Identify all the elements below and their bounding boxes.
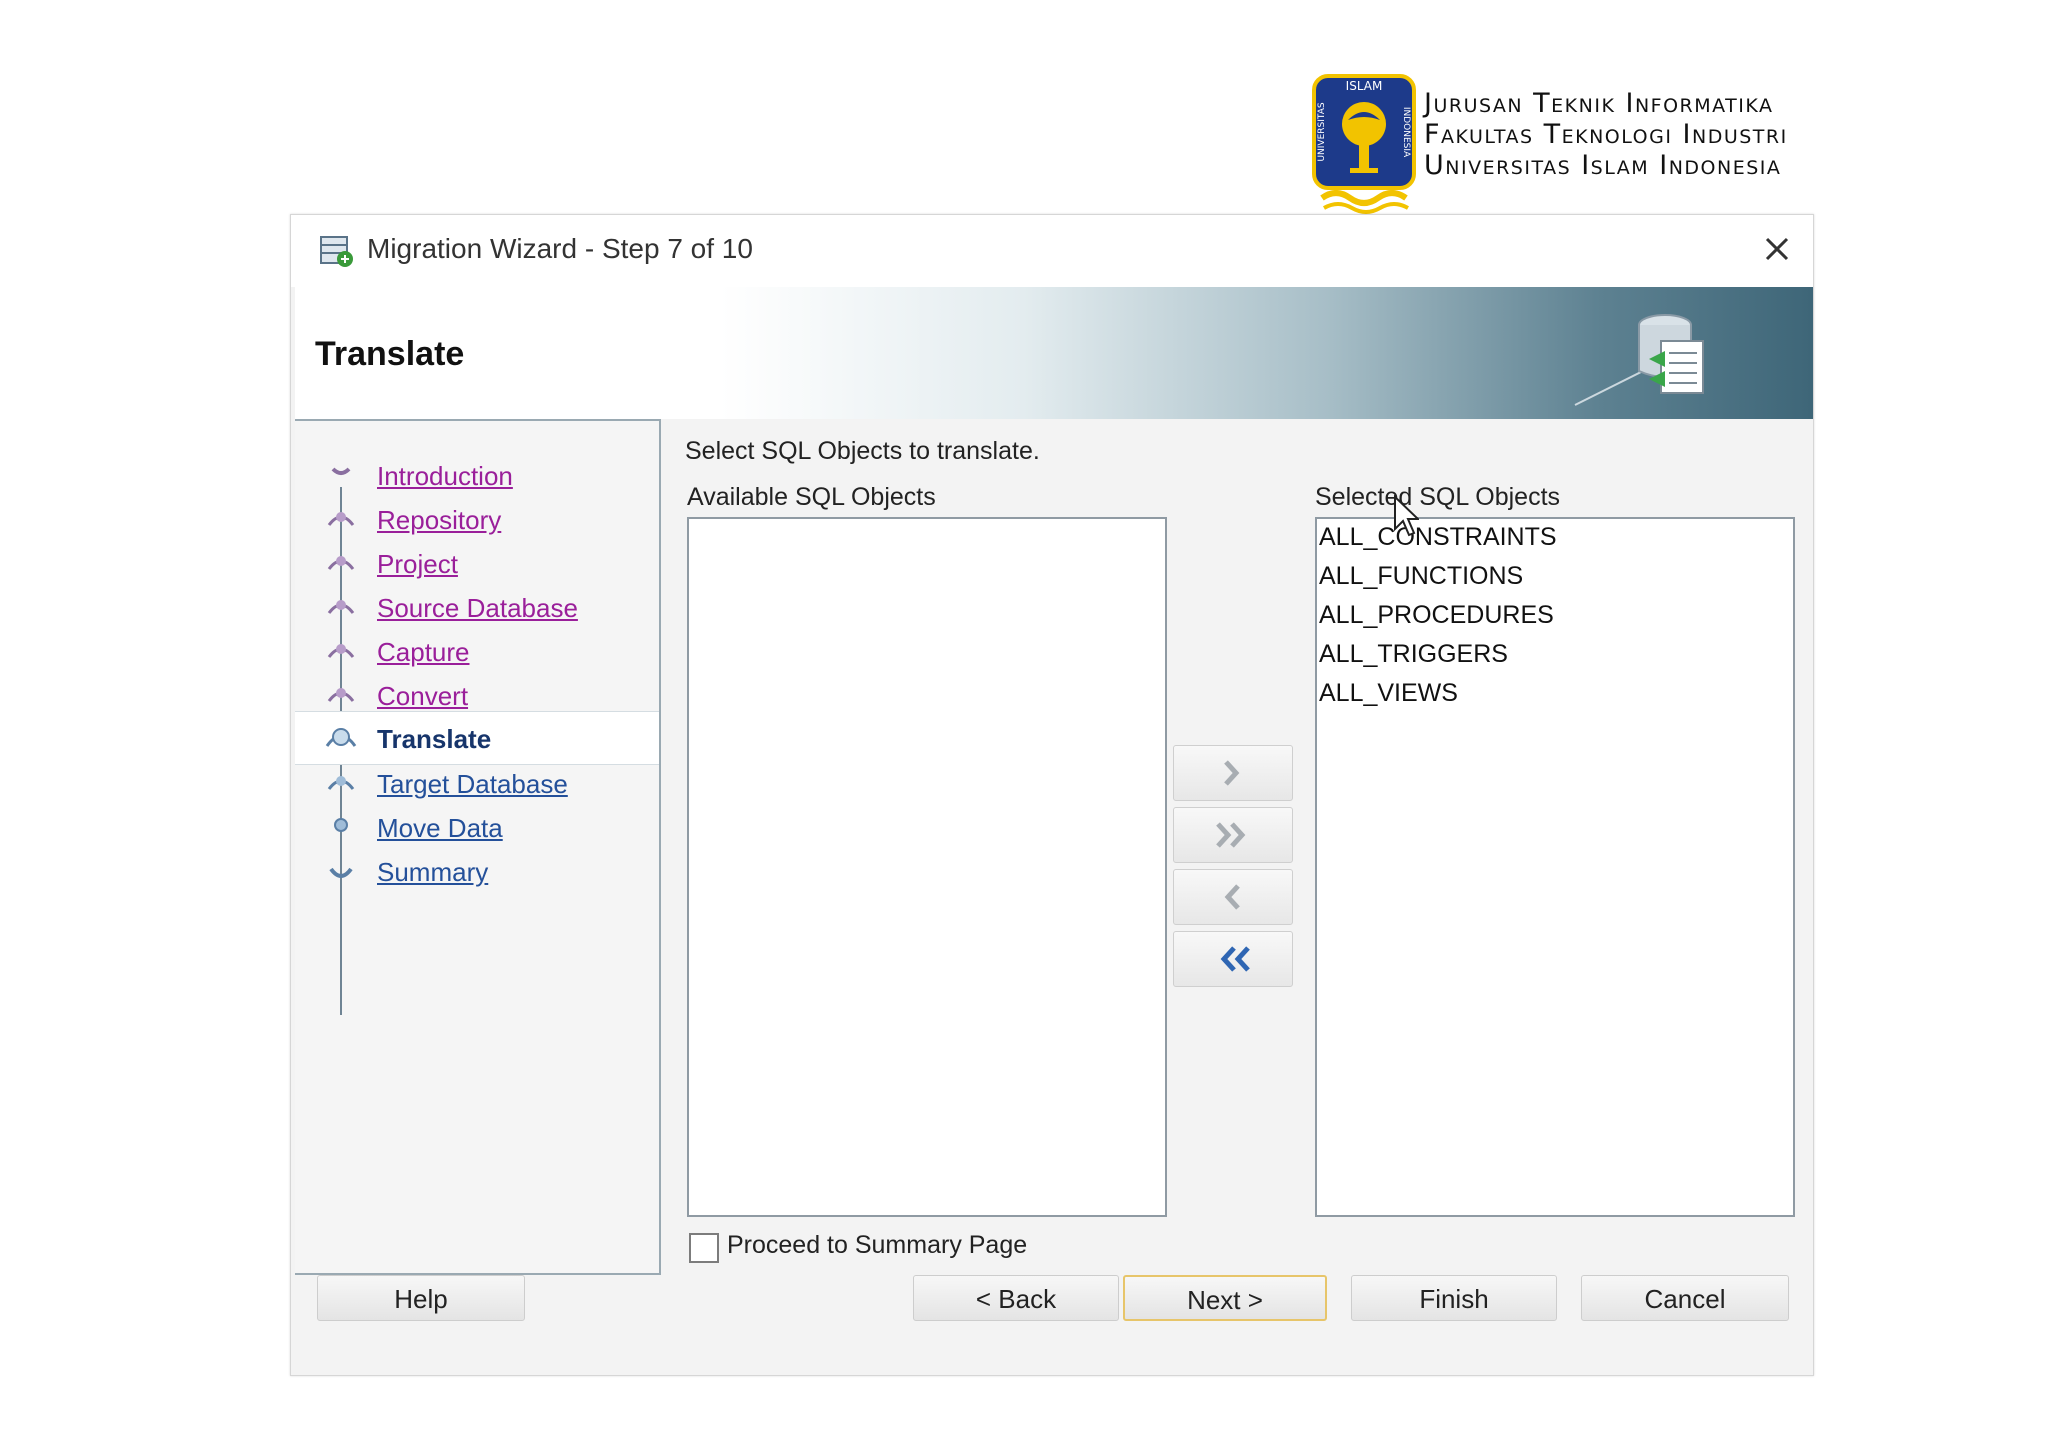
database-migration-icon bbox=[1574, 314, 1704, 406]
close-icon[interactable] bbox=[1757, 229, 1797, 269]
proceed-summary-checkbox[interactable] bbox=[689, 1233, 719, 1263]
step-marker-icon bbox=[327, 556, 355, 570]
step-marker-icon bbox=[327, 600, 355, 614]
step-marker-icon bbox=[334, 818, 348, 832]
available-objects-label: Available SQL Objects bbox=[687, 483, 936, 511]
step-marker-icon bbox=[331, 467, 351, 475]
next-button[interactable]: Next > bbox=[1123, 1275, 1327, 1321]
seal-text-left: UNIVERSITAS bbox=[1317, 102, 1327, 161]
university-name: Universitas Islam Indonesia bbox=[1424, 150, 1782, 181]
list-item[interactable]: ALL_VIEWS bbox=[1319, 679, 1458, 708]
cancel-button[interactable]: Cancel bbox=[1581, 1275, 1789, 1321]
nav-label-convert[interactable]: Convert bbox=[377, 681, 468, 712]
instruction-text: Select SQL Objects to translate. bbox=[685, 437, 1040, 465]
page-heading: Translate bbox=[315, 335, 465, 373]
institution-header: ISLAM UNIVERSITAS INDONESIA Jurusan Tekn… bbox=[1312, 74, 1788, 216]
nav-label-source-database[interactable]: Source Database bbox=[377, 593, 578, 624]
title-bar: Migration Wizard - Step 7 of 10 bbox=[291, 215, 1813, 287]
nav-label-translate[interactable]: Translate bbox=[377, 724, 491, 755]
move-left-button[interactable] bbox=[1173, 869, 1293, 925]
university-seal-icon: ISLAM UNIVERSITAS INDONESIA bbox=[1312, 74, 1416, 214]
nav-label-project[interactable]: Project bbox=[377, 549, 458, 580]
list-item[interactable]: ALL_CONSTRAINTS bbox=[1319, 523, 1557, 552]
seal-text-right: INDONESIA bbox=[1401, 107, 1411, 158]
nav-label-introduction[interactable]: Introduction bbox=[377, 461, 513, 492]
finish-button[interactable]: Finish bbox=[1351, 1275, 1557, 1321]
double-chevron-right-icon bbox=[1216, 822, 1246, 848]
selected-objects-list[interactable]: ALL_CONSTRAINTS ALL_FUNCTIONS ALL_PROCED… bbox=[1315, 517, 1795, 1217]
nav-step-summary[interactable]: Summary bbox=[295, 845, 659, 897]
mouse-cursor-icon bbox=[1394, 495, 1419, 537]
proceed-summary-label[interactable]: Proceed to Summary Page bbox=[727, 1231, 1027, 1260]
move-right-button[interactable] bbox=[1173, 745, 1293, 801]
step-marker-icon bbox=[329, 867, 353, 878]
back-button[interactable]: < Back bbox=[913, 1275, 1119, 1321]
wizard-app-icon bbox=[320, 236, 353, 267]
selected-objects-label: Selected SQL Objects bbox=[1315, 483, 1561, 511]
step-marker-icon bbox=[327, 512, 355, 526]
list-item[interactable]: ALL_FUNCTIONS bbox=[1319, 562, 1523, 591]
nav-label-repository[interactable]: Repository bbox=[377, 505, 501, 536]
nav-label-capture[interactable]: Capture bbox=[377, 637, 470, 668]
chevron-left-icon bbox=[1224, 884, 1240, 910]
help-button[interactable]: Help bbox=[317, 1275, 525, 1321]
chevron-right-icon bbox=[1224, 760, 1240, 786]
seal-text-top: ISLAM bbox=[1346, 79, 1383, 93]
double-chevron-left-icon bbox=[1220, 946, 1250, 972]
step-banner: Translate bbox=[295, 287, 1813, 419]
available-objects-list[interactable] bbox=[687, 517, 1167, 1217]
window-title: Migration Wizard - Step 7 of 10 bbox=[367, 233, 753, 264]
move-all-right-button[interactable] bbox=[1173, 807, 1293, 863]
move-all-left-button[interactable] bbox=[1173, 931, 1293, 987]
list-item[interactable]: ALL_TRIGGERS bbox=[1319, 640, 1508, 669]
step-navigation: Introduction Repository Project Source D… bbox=[295, 419, 661, 1275]
nav-label-move-data[interactable]: Move Data bbox=[377, 813, 503, 844]
institution-lines: Jurusan Teknik Informatika Fakultas Tekn… bbox=[1424, 88, 1788, 181]
list-item[interactable]: ALL_PROCEDURES bbox=[1319, 601, 1554, 630]
nav-label-summary[interactable]: Summary bbox=[377, 857, 488, 888]
nav-label-target-database[interactable]: Target Database bbox=[377, 769, 568, 800]
faculty-name: Fakultas Teknologi Industri bbox=[1424, 119, 1788, 150]
step-marker-icon bbox=[327, 688, 355, 702]
department-name: Jurusan Teknik Informatika bbox=[1424, 88, 1774, 119]
step-marker-icon bbox=[327, 644, 355, 658]
migration-wizard-dialog: Migration Wizard - Step 7 of 10 Translat… bbox=[290, 214, 1814, 1376]
current-step-marker-icon bbox=[325, 728, 357, 747]
step-marker-icon bbox=[327, 776, 355, 790]
